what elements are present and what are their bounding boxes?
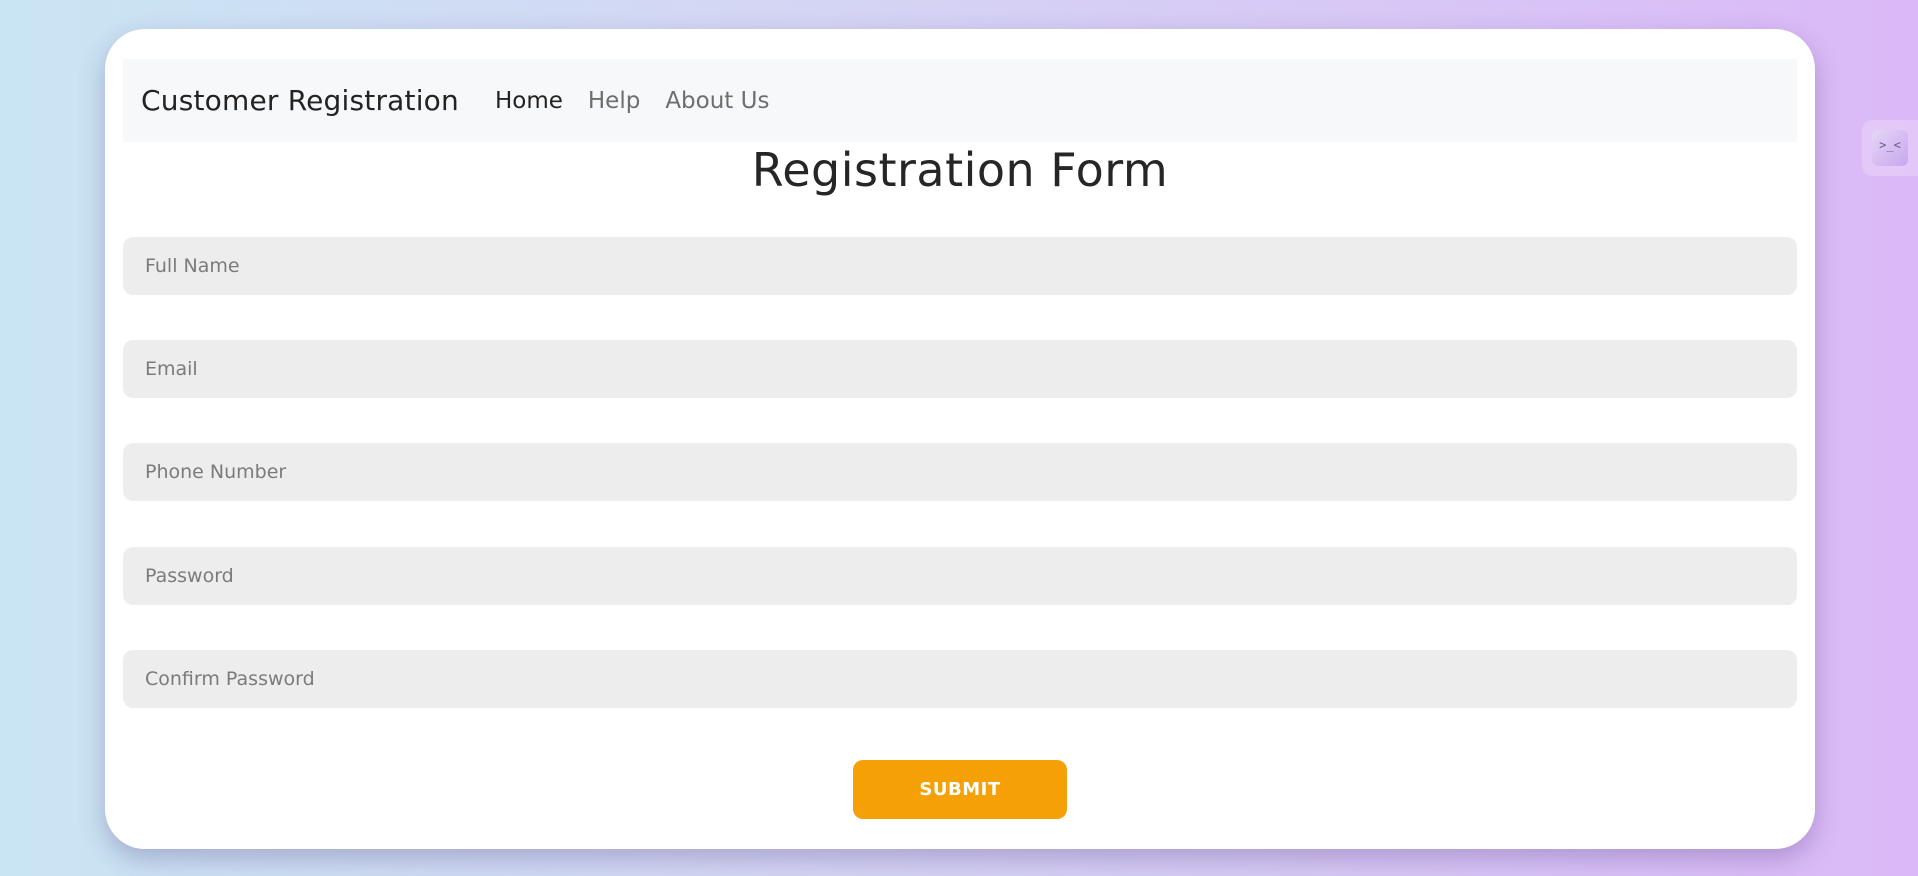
- navbar: Customer Registration Home Help About Us: [123, 59, 1797, 142]
- full-name-input[interactable]: [123, 237, 1797, 295]
- form-title: Registration Form: [751, 143, 1169, 197]
- confirm-password-input[interactable]: [123, 650, 1797, 708]
- collapse-arrows-icon[interactable]: >_<: [1872, 130, 1908, 166]
- password-input[interactable]: [123, 547, 1797, 605]
- nav-links: Home Help About Us: [495, 88, 770, 114]
- nav-link-help[interactable]: Help: [588, 88, 640, 114]
- registration-card: Customer Registration Home Help About Us…: [105, 29, 1815, 849]
- brand-title[interactable]: Customer Registration: [141, 84, 459, 117]
- nav-link-home[interactable]: Home: [495, 88, 563, 114]
- nav-link-about-us[interactable]: About Us: [665, 88, 769, 114]
- side-widget: >_<: [1862, 120, 1918, 176]
- email-input[interactable]: [123, 340, 1797, 398]
- submit-button[interactable]: SUBMIT: [853, 760, 1067, 819]
- phone-number-input[interactable]: [123, 443, 1797, 501]
